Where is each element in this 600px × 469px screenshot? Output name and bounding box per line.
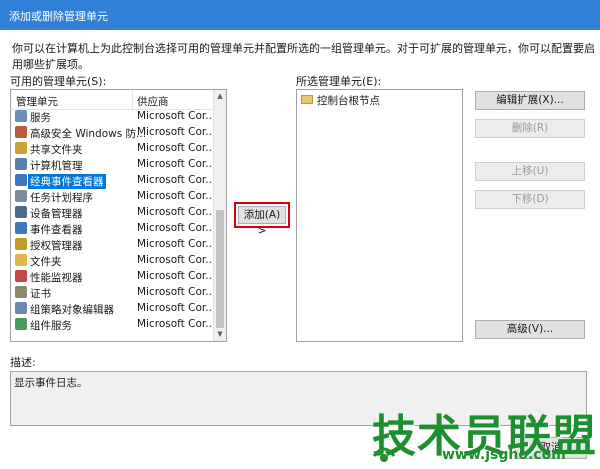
available-rows: 服务 Microsoft Cor... 高级安全 Windows 防... Micro… xyxy=(11,109,214,333)
column-header-name[interactable]: 管理单元 xyxy=(16,94,58,109)
snapin-name: 经典事件查看器 xyxy=(28,174,106,189)
snapin-icon xyxy=(15,110,27,122)
column-separator[interactable] xyxy=(132,90,133,109)
snapin-icon xyxy=(15,254,27,266)
snapin-name: 服务 xyxy=(30,112,51,124)
scroll-down-icon[interactable]: ▼ xyxy=(214,328,226,341)
scroll-up-icon[interactable]: ▲ xyxy=(214,90,226,103)
snapin-row[interactable]: 组件服务 Microsoft Cor... xyxy=(11,317,214,333)
snapin-vendor: Microsoft Cor... xyxy=(137,142,214,154)
snapin-row[interactable]: 服务 Microsoft Cor... xyxy=(11,109,214,125)
snapin-name: 事件查看器 xyxy=(30,224,83,236)
snapin-row[interactable]: 性能监视器 Microsoft Cor... xyxy=(11,269,214,285)
snapin-icon xyxy=(15,238,27,250)
snapin-icon xyxy=(15,270,27,282)
snapin-vendor: Microsoft Cor... xyxy=(137,174,214,186)
snapin-name: 组件服务 xyxy=(30,320,72,332)
move-down-button[interactable]: 下移(D) xyxy=(475,190,585,209)
title-bar: 添加或删除管理单元 xyxy=(0,0,600,30)
snapin-icon xyxy=(15,126,27,138)
advanced-button[interactable]: 高级(V)... xyxy=(475,320,585,339)
folder-icon xyxy=(301,95,313,104)
snapin-icon xyxy=(15,206,27,218)
snapin-name: 任务计划程序 xyxy=(30,192,93,204)
snapin-name: 授权管理器 xyxy=(30,240,83,252)
snapin-vendor: Microsoft Cor... xyxy=(137,206,214,218)
snapin-name: 计算机管理 xyxy=(30,160,83,172)
snapin-vendor: Microsoft Cor... xyxy=(137,190,214,202)
add-button[interactable]: 添加(A) > xyxy=(238,206,286,237)
snapin-icon xyxy=(15,302,27,314)
add-button-highlight: 添加(A) > xyxy=(234,202,290,237)
snapin-row[interactable]: 组策略对象编辑器 Microsoft Cor... xyxy=(11,301,214,317)
console-root-label: 控制台根节点 xyxy=(317,95,380,107)
available-label: 可用的管理单元(S): xyxy=(10,75,107,88)
available-snapins-list[interactable]: 管理单元 供应商 服务 Microsoft Cor... 高级安全 Windows … xyxy=(10,89,227,342)
move-up-button[interactable]: 上移(U) xyxy=(475,162,585,181)
snapin-row[interactable]: 计算机管理 Microsoft Cor... xyxy=(11,157,214,173)
snapin-vendor: Microsoft Cor... xyxy=(137,222,214,234)
description-label: 描述: xyxy=(10,356,36,369)
snapin-name: 文件夹 xyxy=(30,256,62,268)
snapin-vendor: Microsoft Cor... xyxy=(137,254,214,266)
selected-label: 所选管理单元(E): xyxy=(296,75,382,88)
snapin-vendor: Microsoft Cor... xyxy=(137,126,214,138)
remove-button[interactable]: 删除(R) xyxy=(475,119,585,138)
snapin-row[interactable]: 授权管理器 Microsoft Cor... xyxy=(11,237,214,253)
description-text: 显示事件日志。 xyxy=(14,377,88,389)
snapin-icon xyxy=(15,174,27,186)
list-header: 管理单元 供应商 xyxy=(11,90,214,110)
snapin-vendor: Microsoft Cor... xyxy=(137,158,214,170)
snapin-name: 性能监视器 xyxy=(30,272,83,284)
snapin-row[interactable]: 任务计划程序 Microsoft Cor... xyxy=(11,189,214,205)
snapin-name: 组策略对象编辑器 xyxy=(30,304,114,316)
snapin-vendor: Microsoft Cor... xyxy=(137,110,214,122)
snapin-name: 设备管理器 xyxy=(30,208,83,220)
snapin-icon xyxy=(15,142,27,154)
vertical-scrollbar[interactable]: ▲ ▼ xyxy=(213,90,226,341)
window-title: 添加或删除管理单元 xyxy=(9,10,108,23)
snapin-icon xyxy=(15,286,27,298)
snapin-name: 共享文件夹 xyxy=(30,144,83,156)
snapin-row[interactable]: 事件查看器 Microsoft Cor... xyxy=(11,221,214,237)
snapin-row[interactable]: 共享文件夹 Microsoft Cor... xyxy=(11,141,214,157)
edit-extensions-button[interactable]: 编辑扩展(X)... xyxy=(475,91,585,110)
column-header-vendor[interactable]: 供应商 xyxy=(137,94,169,109)
watermark-logo-icon xyxy=(372,447,396,462)
snapin-vendor: Microsoft Cor... xyxy=(137,286,214,298)
selected-snapins-list[interactable]: 控制台根节点 xyxy=(296,89,463,342)
snapin-vendor: Microsoft Cor... xyxy=(137,302,214,314)
snapin-name: 高级安全 Windows 防... xyxy=(30,128,147,140)
intro-text: 你可以在计算机上为此控制台选择可用的管理单元并配置所选的一组管理单元。对于可扩展… xyxy=(12,42,595,71)
snapin-row[interactable]: 高级安全 Windows 防... Microsoft Cor... xyxy=(11,125,214,141)
scroll-thumb[interactable] xyxy=(216,210,224,328)
snapin-row[interactable]: 设备管理器 Microsoft Cor... xyxy=(11,205,214,221)
snapin-icon xyxy=(15,318,27,330)
snapin-icon xyxy=(15,190,27,202)
watermark: 技术员联盟 www.jsgho.com xyxy=(368,400,600,469)
snapin-row[interactable]: 经典事件查看器 Microsoft Cor... xyxy=(11,173,214,189)
snapin-vendor: Microsoft Cor... xyxy=(137,238,214,250)
snapin-vendor: Microsoft Cor... xyxy=(137,318,214,330)
snapin-name: 证书 xyxy=(30,288,51,300)
snapin-row[interactable]: 证书 Microsoft Cor... xyxy=(11,285,214,301)
snapin-icon xyxy=(15,222,27,234)
snapin-icon xyxy=(15,158,27,170)
snapin-row[interactable]: 文件夹 Microsoft Cor... xyxy=(11,253,214,269)
snapin-vendor: Microsoft Cor... xyxy=(137,270,214,282)
watermark-url: www.jsgho.com xyxy=(442,447,566,463)
